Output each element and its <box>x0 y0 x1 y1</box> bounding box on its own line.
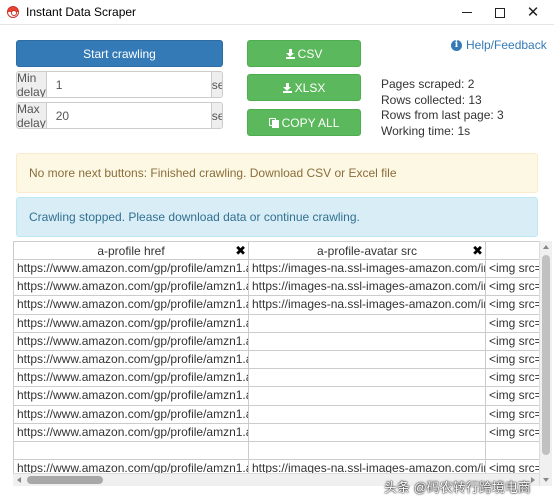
download-icon <box>282 82 292 93</box>
title-bar: Instant Data Scraper ✕ <box>0 0 554 25</box>
table-cell: https://www.amazon.com/gp/profile/amzn1.… <box>14 350 249 370</box>
table-cell: <img src=" <box>486 332 546 351</box>
max-delay-unit: sec <box>210 103 222 128</box>
table-cell: <img src=" <box>486 423 546 442</box>
column-header-label: a-profile href <box>97 243 165 258</box>
table-row: https://www.amazon.com/gp/profile/amzn1.… <box>14 296 546 315</box>
maximize-button[interactable] <box>483 0 517 25</box>
table-row: https://www.amazon.com/gp/profile/amzn1.… <box>14 369 546 388</box>
copy-icon <box>268 117 279 128</box>
help-feedback-label: Help/Feedback <box>466 38 547 52</box>
min-delay-unit: sec <box>210 72 222 97</box>
table-cell: https://www.amazon.com/gp/profile/amzn1.… <box>14 423 249 442</box>
copy-all-label: COPY ALL <box>281 115 340 130</box>
column-header[interactable] <box>486 241 546 260</box>
scroll-right-arrow-icon[interactable] <box>531 477 535 483</box>
table-row: https://www.amazon.com/gp/profile/amzn1.… <box>14 260 546 279</box>
table-row: https://www.amazon.com/gp/profile/amzn1.… <box>14 278 546 297</box>
table-row <box>14 441 546 461</box>
table-cell: <img src=" <box>486 314 546 333</box>
warning-alert: No more next buttons: Finished crawling.… <box>16 153 538 193</box>
table-cell <box>249 369 486 388</box>
table-cell: <img src=" <box>486 369 546 388</box>
table-row: https://www.amazon.com/gp/profile/amzn1.… <box>14 405 546 424</box>
table-row: https://www.amazon.com/gp/profile/amzn1.… <box>14 332 546 351</box>
working-time-stat: Working time: 1s <box>381 124 471 139</box>
table-cell: <img src=" <box>486 350 546 370</box>
data-table: a-profile href ✖ a-profile-avatar src ✖ … <box>13 241 552 486</box>
table-cell: https://images-na.ssl-images-amazon.com/… <box>249 260 486 279</box>
delete-column-icon[interactable]: ✖ <box>235 243 246 259</box>
min-delay-label: Min delay <box>17 71 47 98</box>
close-button[interactable]: ✕ <box>516 0 550 25</box>
table-cell: <img src=" <box>486 296 546 315</box>
vertical-scrollbar[interactable] <box>539 241 552 486</box>
watermark-text: 头条 @码农转行跨境电商 <box>384 479 531 495</box>
table-row: https://www.amazon.com/gp/profile/amzn1.… <box>14 387 546 406</box>
table-cell: <img src=" <box>486 278 546 297</box>
window-title: Instant Data Scraper <box>26 5 137 19</box>
column-header[interactable]: a-profile href ✖ <box>14 241 249 260</box>
info-alert: Crawling stopped. Please download data o… <box>16 197 538 237</box>
scroll-down-arrow-icon[interactable] <box>543 478 549 482</box>
table-cell <box>486 441 546 461</box>
scroll-left-arrow-icon[interactable] <box>17 477 21 483</box>
minimize-button[interactable] <box>450 0 484 25</box>
max-delay-label: Max delay <box>17 102 47 129</box>
max-delay-input[interactable] <box>46 103 211 128</box>
scroll-up-arrow-icon[interactable] <box>543 245 549 249</box>
download-icon <box>285 48 295 59</box>
minimize-icon <box>462 12 472 13</box>
horizontal-scroll-thumb[interactable] <box>27 476 103 484</box>
min-delay-input[interactable] <box>46 72 211 97</box>
table-cell: https://www.amazon.com/gp/profile/amzn1.… <box>14 332 249 351</box>
table-cell: https://images-na.ssl-images-amazon.com/… <box>249 278 486 297</box>
table-cell <box>249 387 486 406</box>
table-row: https://www.amazon.com/gp/profile/amzn1.… <box>14 314 546 333</box>
table-cell <box>249 332 486 351</box>
csv-label: CSV <box>297 46 323 61</box>
column-header[interactable]: a-profile-avatar src ✖ <box>249 241 486 260</box>
rows-collected-stat: Rows collected: 13 <box>381 92 482 107</box>
xlsx-button[interactable]: XLSX <box>247 74 361 101</box>
table-row: https://www.amazon.com/gp/profile/amzn1.… <box>14 350 546 370</box>
pokeball-icon <box>7 6 19 18</box>
start-crawling-button[interactable]: Start crawling <box>16 40 223 67</box>
table-cell: https://www.amazon.com/gp/profile/amzn1.… <box>14 296 249 315</box>
table-row: https://www.amazon.com/gp/profile/amzn1.… <box>14 423 546 442</box>
column-header-label: a-profile-avatar src <box>316 243 418 258</box>
table-cell <box>249 423 486 442</box>
table-cell: <img src=" <box>486 387 546 406</box>
table-cell: https://www.amazon.com/gp/profile/amzn1.… <box>14 405 249 424</box>
table-cell: https://images-na.ssl-images-amazon.com/… <box>249 296 486 315</box>
help-feedback-link[interactable]: i Help/Feedback <box>451 38 547 52</box>
copy-all-button[interactable]: COPY ALL <box>247 109 361 136</box>
table-body: https://www.amazon.com/gp/profile/amzn1.… <box>14 260 546 479</box>
info-icon: i <box>451 39 462 51</box>
table-cell <box>249 405 486 424</box>
csv-button[interactable]: CSV <box>247 40 361 67</box>
maximize-icon <box>495 7 505 18</box>
table-cell <box>249 314 486 333</box>
table-header: a-profile href ✖ a-profile-avatar src ✖ <box>14 241 546 260</box>
table-cell <box>249 441 486 461</box>
min-delay-group: Min delay sec <box>16 71 223 98</box>
delete-column-icon[interactable]: ✖ <box>472 243 483 259</box>
max-delay-group: Max delay sec <box>16 102 223 129</box>
table-cell <box>249 350 486 370</box>
table-cell: https://www.amazon.com/gp/profile/amzn1.… <box>14 369 249 388</box>
vertical-scroll-thumb[interactable] <box>542 255 550 455</box>
table-cell <box>14 441 249 461</box>
table-cell: https://www.amazon.com/gp/profile/amzn1.… <box>14 278 249 297</box>
table-cell: https://www.amazon.com/gp/profile/amzn1.… <box>14 387 249 406</box>
table-cell: <img src=" <box>486 405 546 424</box>
xlsx-label: XLSX <box>294 80 326 95</box>
table-cell: https://www.amazon.com/gp/profile/amzn1.… <box>14 314 249 333</box>
pages-scraped-stat: Pages scraped: 2 <box>381 77 475 91</box>
crawl-stats: Pages scraped: 2 Rows collected: 13 Rows… <box>381 77 504 140</box>
close-icon: ✕ <box>526 4 540 21</box>
table-cell: <img src=" <box>486 260 546 279</box>
rows-last-page-stat: Rows from last page: 3 <box>381 108 504 123</box>
table-cell: https://www.amazon.com/gp/profile/amzn1.… <box>14 260 249 279</box>
